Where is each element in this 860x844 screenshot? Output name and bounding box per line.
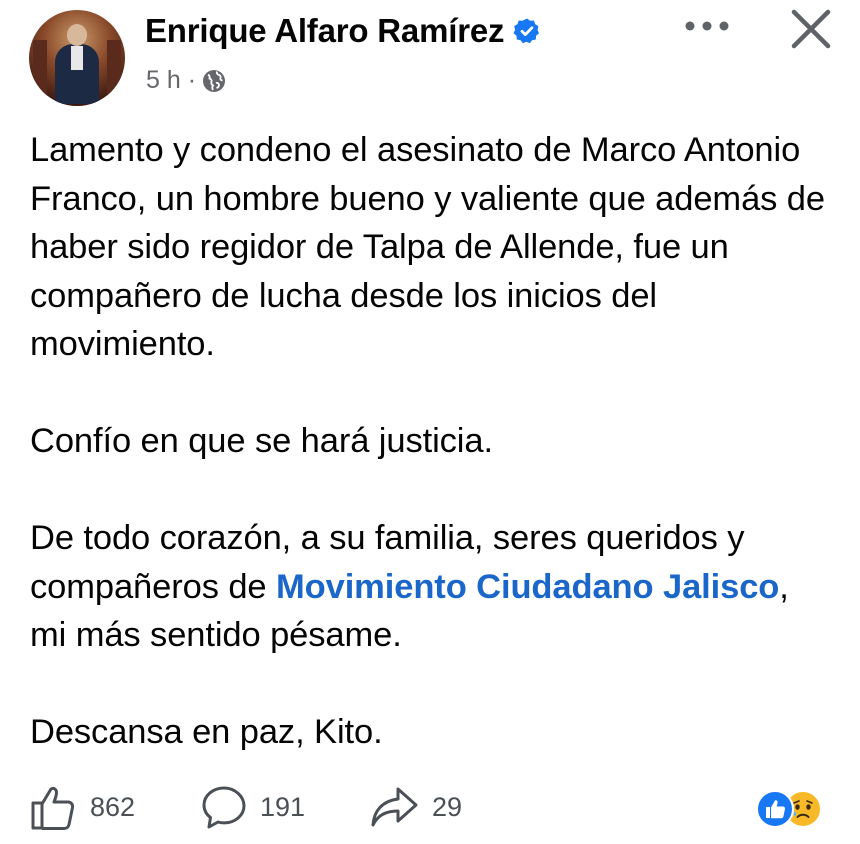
post-meta: 5 h · bbox=[146, 66, 226, 95]
post-time[interactable]: 5 h bbox=[146, 66, 181, 95]
comment-count: 191 bbox=[260, 791, 306, 822]
like-count: 862 bbox=[90, 791, 136, 822]
author-avatar[interactable] bbox=[29, 10, 125, 106]
post-header: Enrique Alfaro Ramírez 5 h · bbox=[0, 0, 860, 110]
globe-icon bbox=[202, 69, 226, 93]
meta-separator: · bbox=[187, 66, 197, 94]
share-count: 29 bbox=[432, 791, 463, 822]
author-name-row: Enrique Alfaro Ramírez bbox=[145, 12, 541, 50]
like-button[interactable]: 862 bbox=[30, 780, 135, 834]
like-reaction-icon bbox=[756, 790, 794, 828]
more-horizontal-icon[interactable] bbox=[684, 14, 730, 38]
post-paragraph: Descansa en paz, Kito. bbox=[30, 713, 383, 751]
comment-bubble-icon bbox=[200, 783, 248, 831]
author-name[interactable]: Enrique Alfaro Ramírez bbox=[145, 12, 504, 50]
thumbs-up-icon bbox=[30, 783, 78, 831]
post-paragraph: De todo corazón, a su familia, seres que… bbox=[30, 514, 830, 660]
reactions-summary[interactable] bbox=[752, 790, 832, 830]
page-mention-link[interactable]: Movimiento Ciudadano Jalisco bbox=[276, 568, 779, 606]
verified-badge-icon bbox=[513, 17, 541, 45]
post-paragraph: Confío en que se hará justicia. bbox=[30, 422, 493, 460]
share-arrow-icon bbox=[370, 783, 420, 831]
share-button[interactable]: 29 bbox=[370, 780, 462, 834]
post-actions: 862 191 29 bbox=[0, 780, 860, 836]
post-paragraph: Lamento y condeno el asesinato de Marco … bbox=[30, 131, 825, 363]
close-icon[interactable] bbox=[790, 8, 832, 50]
post-text: Lamento y condeno el asesinato de Marco … bbox=[30, 126, 830, 757]
comment-button[interactable]: 191 bbox=[200, 780, 305, 834]
